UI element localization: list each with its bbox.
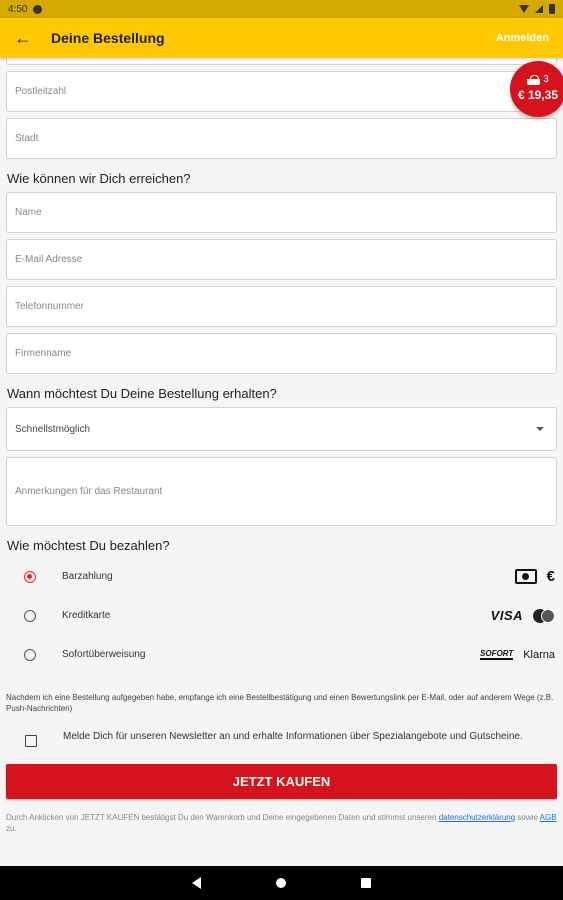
nav-back-icon[interactable] [192,877,201,889]
signal-icon [535,5,543,13]
phone-placeholder: Telefonnummer [15,301,84,312]
system-navigation-bar [0,866,563,900]
order-notice: Nachdem ich eine Bestellung aufgegeben h… [6,693,554,713]
nav-home-icon[interactable] [276,878,286,888]
battery-icon [549,4,555,14]
payment-option-credit-card[interactable]: Kreditkarte VISA [6,596,557,635]
checkout-form: Postleitzahl Stadt Wie können wir Dich e… [0,58,563,866]
payment-section-title: Wie möchtest Du bezahlen? [7,538,170,553]
newsletter-label: Melde Dich für unseren Newsletter an und… [63,731,523,742]
cash-radio[interactable] [24,570,36,583]
notes-placeholder: Anmerkungen für das Restaurant [15,486,163,497]
zip-field[interactable]: Postleitzahl [6,71,557,112]
payment-option-cash[interactable]: Barzahlung € [6,557,557,596]
page-title: Deine Bestellung [51,30,165,46]
login-button[interactable]: Anmelden [496,32,549,44]
buy-now-button[interactable]: JETZT KAUFEN [6,764,557,799]
newsletter-checkbox[interactable] [25,735,37,747]
credit-card-radio[interactable] [24,609,36,622]
cart-count: 3 [543,74,549,85]
banknote-icon [514,569,537,584]
phone-field[interactable]: Telefonnummer [6,286,557,327]
mastercard-icon [533,608,555,623]
euro-icon: € [546,568,555,585]
legal-text: Durch Anklicken von JETZT KAUFEN bestäti… [6,812,557,834]
terms-link[interactable]: AGB [540,813,557,822]
sofort-radio[interactable] [24,648,36,661]
cart-total: € 19,35 [517,88,559,102]
delivery-time-value: Schnellstmöglich [15,423,91,435]
cash-label: Barzahlung [62,571,113,582]
legal-suffix: zu. [6,824,17,833]
delivery-time-select[interactable]: Schnellstmöglich [6,407,557,451]
arrow-left-icon[interactable]: ← [14,29,36,47]
newsletter-option[interactable]: Melde Dich für unseren Newsletter an und… [6,730,557,747]
sofort-logo-icon: SOFORT [480,648,514,660]
settings-icon [33,4,43,14]
credit-card-label: Kreditkarte [62,610,111,621]
sofort-label: Sofortüberweisung [62,649,146,660]
dropdown-arrow-icon [536,427,544,431]
company-placeholder: Firmenname [15,348,72,359]
app-bar: ← Deine Bestellung Anmelden [0,18,563,58]
klarna-logo-icon: Klarna [523,648,555,661]
nav-recents-icon[interactable] [361,878,371,888]
payment-option-sofort[interactable]: Sofortüberweisung SOFORT Klarna [6,635,557,674]
company-field[interactable]: Firmenname [6,333,557,374]
status-bar: 4:50 [0,0,563,18]
delivery-section-title: Wann möchtest Du Deine Bestellung erhalt… [7,386,277,401]
zip-placeholder: Postleitzahl [15,86,67,97]
cart-button[interactable]: 3 € 19,35 [510,61,563,117]
restaurant-notes-field[interactable]: Anmerkungen für das Restaurant [6,457,557,526]
basket-icon [527,74,541,85]
city-placeholder: Stadt [15,133,39,144]
name-placeholder: Name [15,207,42,218]
contact-section-title: Wie können wir Dich erreichen? [7,171,191,186]
status-time: 4:50 [8,3,28,15]
city-field[interactable]: Stadt [6,118,557,159]
legal-middle: sowie [517,813,538,822]
email-placeholder: E-Mail Adresse [15,254,83,265]
visa-icon: VISA [490,608,523,623]
privacy-policy-link[interactable]: datenschutzerklärung [439,813,516,822]
legal-prefix: Durch Anklicken von JETZT KAUFEN bestäti… [6,813,437,822]
street-field[interactable] [6,58,557,65]
name-field[interactable]: Name [6,192,557,233]
wifi-icon [519,5,529,13]
email-field[interactable]: E-Mail Adresse [6,239,557,280]
